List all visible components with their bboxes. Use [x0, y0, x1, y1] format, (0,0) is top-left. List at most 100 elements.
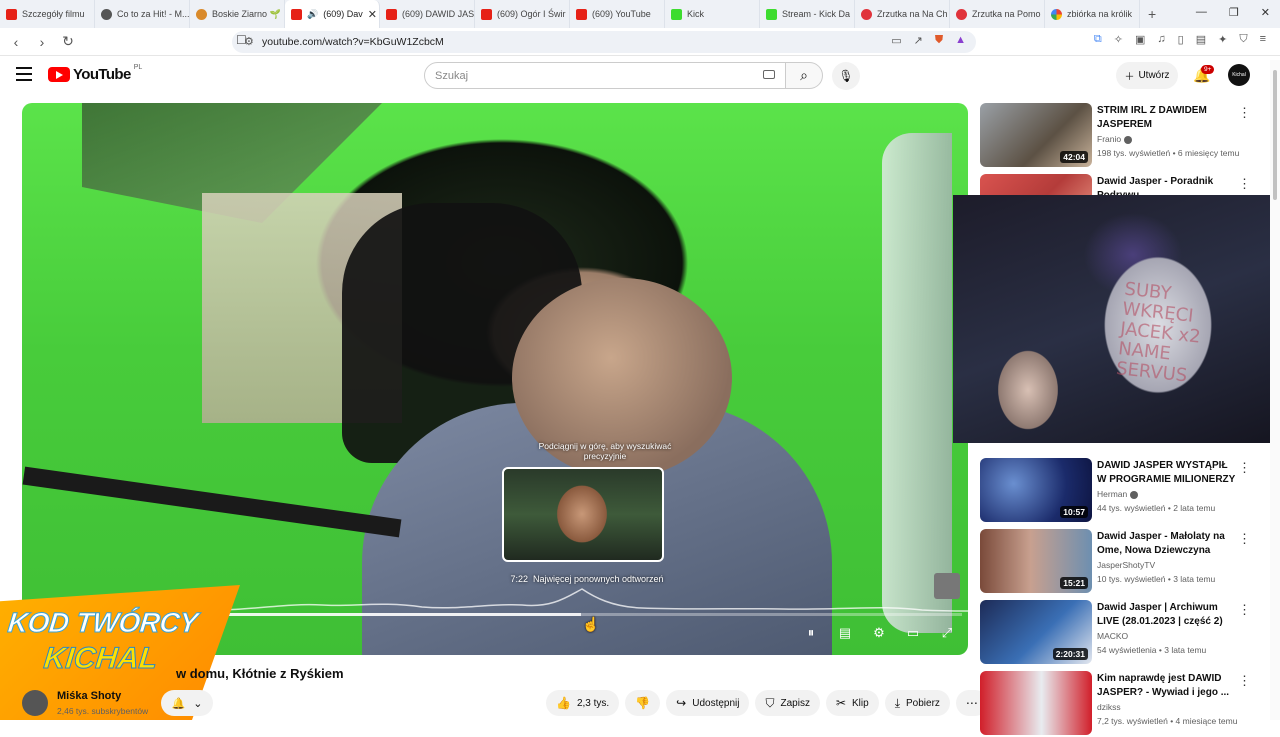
recommendation-channel[interactable]: Franio [1097, 134, 1133, 144]
video-thumbnail[interactable]: 15:21 [980, 529, 1092, 593]
rewards-icon[interactable]: ▲ [955, 34, 966, 47]
thumbs-up-icon: 👍 [556, 696, 571, 710]
video-title: w domu, Kłótnie z Ryśkiem [176, 666, 344, 681]
share-button[interactable]: ↪ Udostępnij [666, 690, 750, 716]
creator-code-line2: KICHAL [42, 642, 160, 676]
bookmark-icon[interactable]: ☐ [236, 33, 247, 47]
music-icon[interactable]: ♫ [1157, 33, 1165, 46]
recommendation-channel[interactable]: Herman [1097, 489, 1139, 499]
keyboard-icon[interactable] [763, 70, 775, 79]
recommendation-meta: 54 wyświetlenia • 3 lata temu [1097, 645, 1207, 655]
channel-name[interactable]: Miśka Shoty [57, 690, 121, 702]
recommendation-title[interactable]: Dawid Jasper - Małolaty na Ome, Nowa Dzi… [1097, 530, 1237, 558]
video-thumbnail[interactable]: 2:20:31 [980, 600, 1092, 664]
browser-tab[interactable]: Co to za Hit! - M... [95, 0, 190, 28]
ai-icon[interactable]: ✦ [1218, 33, 1227, 46]
video-player[interactable]: Podciągnij w górę, aby wyszukiwać precyz… [22, 103, 968, 655]
list-item[interactable]: 10:57 DAWID JASPER WYSTĄPIŁ W PROGRAMIE … [980, 458, 1270, 524]
recommendation-channel[interactable]: dzikss [1097, 702, 1121, 712]
voice-search-button[interactable]: 🎙 [832, 62, 860, 90]
list-item[interactable]: Kim naprawdę jest DAWID JASPER? - Wywiad… [980, 671, 1270, 737]
wallet-icon[interactable]: ▤ [1196, 33, 1206, 46]
hamburger-menu-icon[interactable] [16, 67, 32, 81]
scissors-icon: ✂ [835, 696, 847, 710]
more-vertical-icon[interactable]: ⋮ [1238, 176, 1251, 192]
sidebar-icon[interactable]: ▯ [1178, 33, 1184, 46]
recommendation-title[interactable]: DAWID JASPER WYSTĄPIŁ W PROGRAMIE MILION… [1097, 459, 1237, 487]
cast-icon[interactable]: ▭ [891, 34, 901, 47]
more-vertical-icon[interactable]: ⋮ [1238, 531, 1251, 547]
video-thumbnail[interactable]: 42:04 [980, 103, 1092, 167]
browser-tab[interactable]: (609) Ogór I Świr [475, 0, 570, 28]
clip-button[interactable]: ✂ Klip [825, 690, 879, 716]
new-tab-button[interactable]: + [1148, 6, 1156, 22]
restore-icon[interactable]: ❐ [1229, 6, 1239, 19]
recommendation-title[interactable]: Kim naprawdę jest DAWID JASPER? - Wywiad… [1097, 672, 1237, 700]
bookmark-icon: ⛉ [765, 695, 775, 710]
window-controls: — ❐ ✕ [1196, 6, 1270, 19]
browser-tab[interactable]: (609) YouTube [570, 0, 665, 28]
recommendation-title[interactable]: Dawid Jasper | Archiwum LIVE (28.01.2023… [1097, 601, 1237, 629]
menu-icon[interactable]: ≡ [1260, 33, 1266, 46]
recommendation-channel[interactable]: MACKO [1097, 631, 1128, 641]
download-button[interactable]: ⤓ Pobierz [884, 690, 950, 716]
share-icon[interactable]: ↗ [914, 34, 923, 47]
brave-shield-icon[interactable]: ⛊ [935, 34, 943, 47]
pause-icon[interactable]: ⏸ [802, 625, 820, 641]
browser-tab[interactable]: Zrzutka na Pomo [950, 0, 1045, 28]
create-button[interactable]: ＋ Utwórz [1116, 62, 1178, 89]
back-icon[interactable]: ‹ [6, 34, 26, 50]
list-item[interactable]: 42:04 STRIM IRL Z DAWIDEM JASPEREM Frani… [980, 103, 1270, 169]
recommendation-meta: 198 tys. wyświetleń • 6 miesięcy temu [1097, 148, 1240, 158]
browser-tab[interactable]: Zrzutka na Na Ch [855, 0, 950, 28]
browser-tab[interactable]: (609) DAWID JAS [380, 0, 475, 28]
browser-tab[interactable]: Stream - Kick Da [760, 0, 855, 28]
fullscreen-icon[interactable]: ⤢ [938, 625, 956, 641]
more-vertical-icon[interactable]: ⋮ [1238, 460, 1251, 476]
settings-gear-icon[interactable]: ⚙ [870, 625, 888, 641]
browser-tab-active[interactable]: 🔊 (609) Dav ✕ [285, 0, 380, 28]
close-window-icon[interactable]: ✕ [1261, 6, 1270, 19]
page-scrollbar[interactable] [1270, 60, 1280, 720]
like-button[interactable]: 👍 2,3 tys. [546, 690, 620, 716]
extensions-bar: ⧉ ✧ ▣ ♫ ▯ ▤ ✦ ⛉ ≡ [1094, 33, 1266, 46]
notification-badge: 9+ [1201, 65, 1215, 74]
verified-icon [1124, 135, 1133, 144]
youtube-logo[interactable]: YouTube PL [48, 64, 142, 83]
list-item[interactable]: 15:21 Dawid Jasper - Małolaty na Ome, No… [980, 529, 1270, 595]
browser-tab[interactable]: Kick [665, 0, 760, 28]
minimize-icon[interactable]: — [1196, 6, 1207, 19]
subtitles-icon[interactable]: ▤ [836, 625, 854, 641]
browser-tab[interactable]: zbiórka na królik [1045, 0, 1140, 28]
more-horizontal-icon: ⋯ [965, 696, 978, 710]
video-thumbnail[interactable]: 10:57 [980, 458, 1092, 522]
more-vertical-icon[interactable]: ⋮ [1238, 673, 1251, 689]
extensions-icon[interactable]: ✧ [1114, 33, 1123, 46]
vpn-icon[interactable]: ⛉ [1239, 33, 1247, 46]
channel-avatar[interactable] [22, 690, 48, 716]
recommendation-channel[interactable]: JasperShotyTV [1097, 560, 1155, 570]
dislike-button[interactable]: 👎 [625, 690, 661, 716]
video-thumbnail[interactable] [980, 671, 1092, 735]
youtube-header: YouTube PL Szukaj ⌕ 🎙 ＋ Utwórz 🔔 9+ Kicha… [0, 57, 1280, 95]
save-button[interactable]: ⛉ Zapisz [755, 690, 820, 716]
search-input[interactable]: Szukaj [424, 62, 786, 89]
reload-icon[interactable]: ↻ [58, 33, 78, 50]
list-item[interactable]: 2:20:31 Dawid Jasper | Archiwum LIVE (28… [980, 600, 1270, 666]
share-arrow-icon: ↪ [676, 696, 687, 710]
close-icon[interactable]: ✕ [368, 8, 377, 21]
screenshot-icon[interactable]: ▣ [1135, 33, 1145, 46]
account-avatar[interactable]: Kichal [1228, 64, 1250, 86]
more-vertical-icon[interactable]: ⋮ [1238, 105, 1251, 121]
more-vertical-icon[interactable]: ⋮ [1238, 602, 1251, 618]
address-bar[interactable]: ⚙ youtube.com/watch?v=KbGuW1ZcbcM ▭ ↗ ⛊ … [232, 31, 976, 53]
recommendation-title[interactable]: STRIM IRL Z DAWIDEM JASPEREM [1097, 104, 1237, 132]
forward-icon[interactable]: › [32, 34, 52, 50]
search-button[interactable]: ⌕ [785, 62, 823, 89]
browser-tab[interactable]: Boskie Ziarno 🌱 [190, 0, 285, 28]
zrzutka-icon [861, 8, 872, 20]
theater-mode-icon[interactable]: ▭ [904, 625, 922, 641]
subscription-bell-button[interactable]: 🔔 ⌄ [161, 690, 213, 716]
browser-tab[interactable]: Szczegóły filmu [0, 0, 95, 28]
translate-icon[interactable]: ⧉ [1094, 33, 1102, 46]
